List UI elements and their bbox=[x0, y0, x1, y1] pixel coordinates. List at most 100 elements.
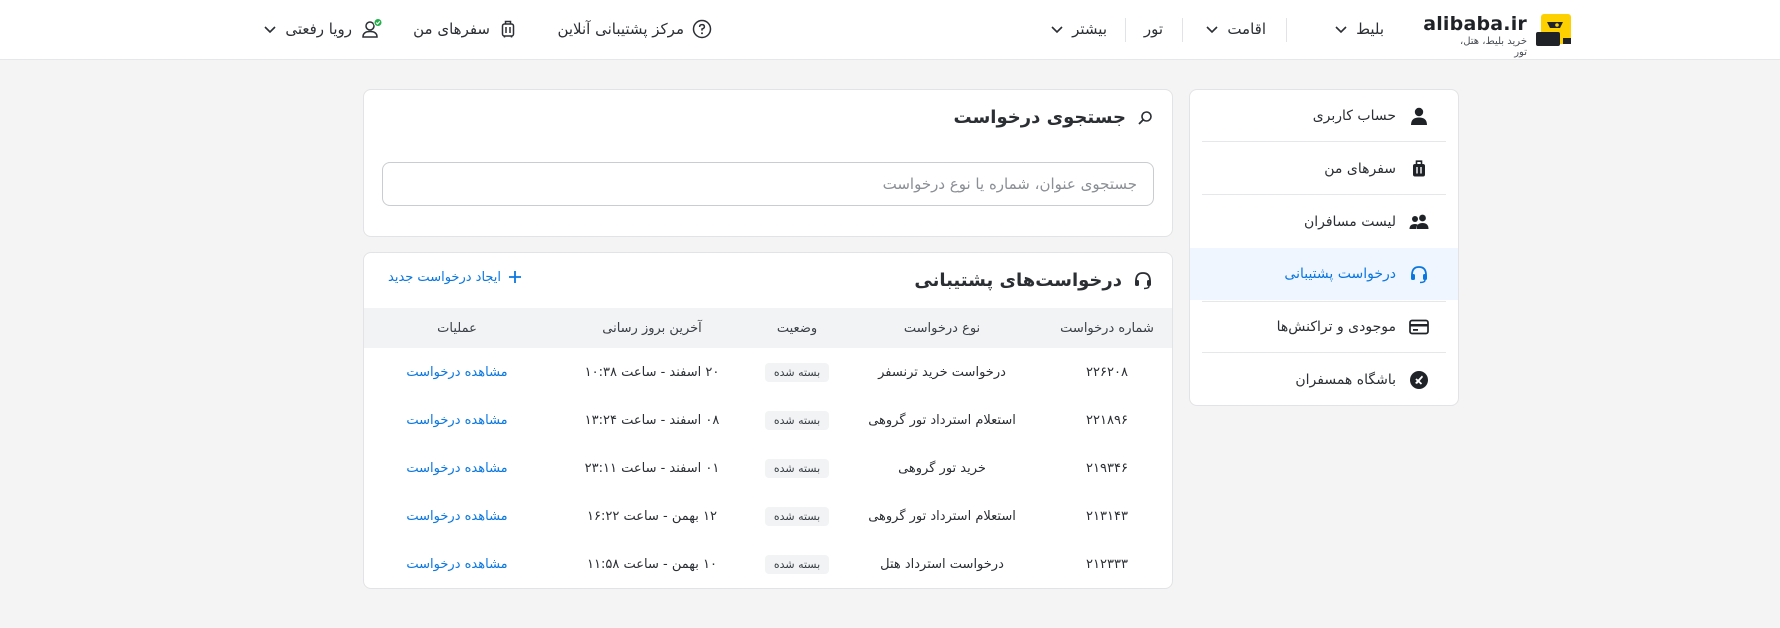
view-request-link[interactable]: مشاهده درخواست bbox=[406, 557, 507, 572]
status-cell: بسته شده bbox=[752, 348, 842, 396]
nav-more[interactable]: بیشتر bbox=[1050, 0, 1107, 58]
column-header-status: وضعیت bbox=[776, 320, 818, 336]
my-trips-link[interactable]: سفرهای من bbox=[413, 0, 518, 58]
view-request-link[interactable]: مشاهده درخواست bbox=[406, 365, 507, 380]
request-id: ۲۱۲۳۳۳ bbox=[1086, 556, 1128, 572]
chevron-down-icon bbox=[263, 22, 277, 36]
requests-section-title: درخواست‌های پشتیبانی bbox=[914, 269, 1122, 291]
alibaba-logo[interactable]: alibaba.ir خرید بلیط، هتل، تور bbox=[1423, 10, 1575, 58]
support-center-link[interactable]: مرکز پشتیبانی آنلاین bbox=[557, 0, 712, 58]
status-cell: بسته شده bbox=[752, 540, 842, 588]
request-id: ۲۲۶۲۰۸ bbox=[1086, 364, 1128, 380]
table-row: ۲۱۹۳۴۶ خرید تور گروهی بسته شده ۰۱ اسفند … bbox=[364, 444, 1172, 492]
account-sidebar: حساب کاربری سفرهای من لیست مسافران درخوا… bbox=[1189, 89, 1459, 406]
sidebar-item-account[interactable]: حساب کاربری bbox=[1202, 90, 1446, 142]
sidebar-item-label: درخواست پشتیبانی bbox=[1284, 266, 1396, 282]
request-search-input[interactable] bbox=[382, 162, 1154, 206]
requests-section-header: درخواست‌های پشتیبانی bbox=[914, 269, 1154, 291]
table-row: ۲۱۲۳۳۳ درخواست استرداد هتل بسته شده ۱۰ ب… bbox=[364, 540, 1172, 588]
luggage-icon bbox=[498, 19, 518, 39]
passengers-icon bbox=[1408, 211, 1430, 233]
chevron-down-icon bbox=[1205, 22, 1219, 36]
last-update: ۱۲ بهمن - ساعت ۱۶:۲۲ bbox=[587, 508, 717, 524]
request-id: ۲۲۱۸۹۶ bbox=[1086, 412, 1128, 428]
request-type: درخواست استرداد هتل bbox=[880, 556, 1004, 572]
last-update: ۱۰ بهمن - ساعت ۱۱:۵۸ bbox=[587, 556, 717, 572]
headset-icon bbox=[1408, 263, 1430, 285]
card-icon bbox=[1408, 316, 1430, 338]
requests-table-header: شماره درخواست نوع درخواست وضعیت آخرین بر… bbox=[364, 308, 1172, 348]
actions-cell: مشاهده درخواست bbox=[364, 492, 552, 540]
sidebar-item-passengers[interactable]: لیست مسافران bbox=[1202, 196, 1446, 248]
view-request-link[interactable]: مشاهده درخواست bbox=[406, 413, 507, 428]
logo-tagline: خرید بلیط، هتل، تور bbox=[1459, 36, 1527, 58]
sidebar-item-support[interactable]: درخواست پشتیبانی bbox=[1190, 248, 1458, 300]
request-type: درخواست خرید ترنسفر bbox=[878, 364, 1006, 380]
sidebar-item-balance[interactable]: موجودی و تراکنش‌ها bbox=[1202, 301, 1446, 353]
new-request-label: ایجاد درخواست جدید bbox=[388, 269, 502, 285]
nav-divider bbox=[1182, 18, 1183, 42]
logo-text: alibaba.ir bbox=[1423, 13, 1527, 35]
luggage-icon bbox=[1408, 158, 1430, 180]
search-section-title: جستجوی درخواست bbox=[953, 107, 1126, 128]
user-icon bbox=[360, 18, 382, 40]
my-trips-label: سفرهای من bbox=[413, 20, 490, 38]
last-update: ۲۰ اسفند - ساعت ۱۰:۳۸ bbox=[584, 364, 720, 380]
user-icon bbox=[1408, 105, 1430, 127]
user-menu[interactable]: رویا رفعتی bbox=[263, 0, 382, 58]
request-type: استعلام استرداد تور گروهی bbox=[868, 508, 1016, 524]
actions-cell: مشاهده درخواست bbox=[364, 348, 552, 396]
actions-cell: مشاهده درخواست bbox=[364, 540, 552, 588]
nav-divider bbox=[1125, 18, 1126, 42]
top-header: alibaba.ir خرید بلیط، هتل، تور بلیط اقام… bbox=[0, 0, 1780, 60]
last-update: ۰۸ اسفند - ساعت ۱۳:۲۴ bbox=[584, 412, 720, 428]
status-badge: بسته شده bbox=[764, 506, 830, 526]
column-header-last-update: آخرین بروز رسانی bbox=[602, 320, 702, 336]
user-name: رویا رفعتی bbox=[285, 20, 352, 38]
actions-cell: مشاهده درخواست bbox=[364, 396, 552, 444]
chevron-down-icon bbox=[1334, 22, 1348, 36]
nav-accommodation-label: اقامت bbox=[1227, 20, 1266, 38]
new-request-button[interactable]: ایجاد درخواست جدید bbox=[388, 269, 523, 285]
logo-badge-icon bbox=[1536, 14, 1571, 46]
sidebar-item-club[interactable]: باشگاه همسفران bbox=[1202, 354, 1446, 406]
table-row: ۲۲۱۸۹۶ استعلام استرداد تور گروهی بسته شد… bbox=[364, 396, 1172, 444]
request-id: ۲۱۹۳۴۶ bbox=[1086, 460, 1128, 476]
nav-divider bbox=[1286, 18, 1287, 42]
status-badge: بسته شده bbox=[764, 362, 830, 382]
column-header-request-type: نوع درخواست bbox=[903, 320, 981, 336]
status-badge: بسته شده bbox=[764, 458, 830, 478]
search-section-header: جستجوی درخواست bbox=[954, 107, 1154, 128]
request-type: خرید تور گروهی bbox=[898, 460, 986, 476]
nav-tickets[interactable]: بلیط bbox=[1334, 0, 1384, 58]
view-request-link[interactable]: مشاهده درخواست bbox=[406, 509, 507, 524]
search-panel: جستجوی درخواست bbox=[363, 89, 1173, 237]
nav-tickets-label: بلیط bbox=[1356, 20, 1384, 38]
request-id: ۲۱۳۱۴۳ bbox=[1086, 508, 1128, 524]
plus-icon bbox=[507, 269, 523, 285]
nav-more-label: بیشتر bbox=[1072, 20, 1107, 38]
nav-tour-label: تور bbox=[1143, 20, 1163, 38]
sidebar-item-my-trips[interactable]: سفرهای من bbox=[1202, 143, 1446, 195]
last-update: ۰۱ اسفند - ساعت ۲۳:۱۱ bbox=[584, 460, 720, 476]
headset-icon bbox=[1132, 269, 1154, 291]
club-icon bbox=[1408, 369, 1430, 391]
view-request-link[interactable]: مشاهده درخواست bbox=[406, 461, 507, 476]
nav-tour[interactable]: تور bbox=[1144, 0, 1163, 58]
question-circle-icon bbox=[692, 19, 712, 39]
nav-accommodation[interactable]: اقامت bbox=[1205, 0, 1266, 58]
column-header-request-id: شماره درخواست bbox=[1060, 320, 1154, 336]
status-cell: بسته شده bbox=[752, 396, 842, 444]
support-requests-panel: درخواست‌های پشتیبانی ایجاد درخواست جدید … bbox=[363, 252, 1173, 589]
chevron-down-icon bbox=[1050, 22, 1064, 36]
sidebar-item-label: حساب کاربری bbox=[1312, 107, 1396, 124]
search-icon bbox=[1136, 109, 1154, 127]
sidebar-item-label: لیست مسافران bbox=[1303, 214, 1396, 230]
actions-cell: مشاهده درخواست bbox=[364, 444, 552, 492]
table-row: ۲۱۳۱۴۳ استعلام استرداد تور گروهی بسته شد… bbox=[364, 492, 1172, 540]
status-cell: بسته شده bbox=[752, 444, 842, 492]
status-badge: بسته شده bbox=[764, 410, 830, 430]
support-center-label: مرکز پشتیبانی آنلاین bbox=[557, 20, 684, 38]
sidebar-item-label: سفرهای من bbox=[1324, 160, 1396, 177]
status-badge: بسته شده bbox=[764, 554, 830, 574]
